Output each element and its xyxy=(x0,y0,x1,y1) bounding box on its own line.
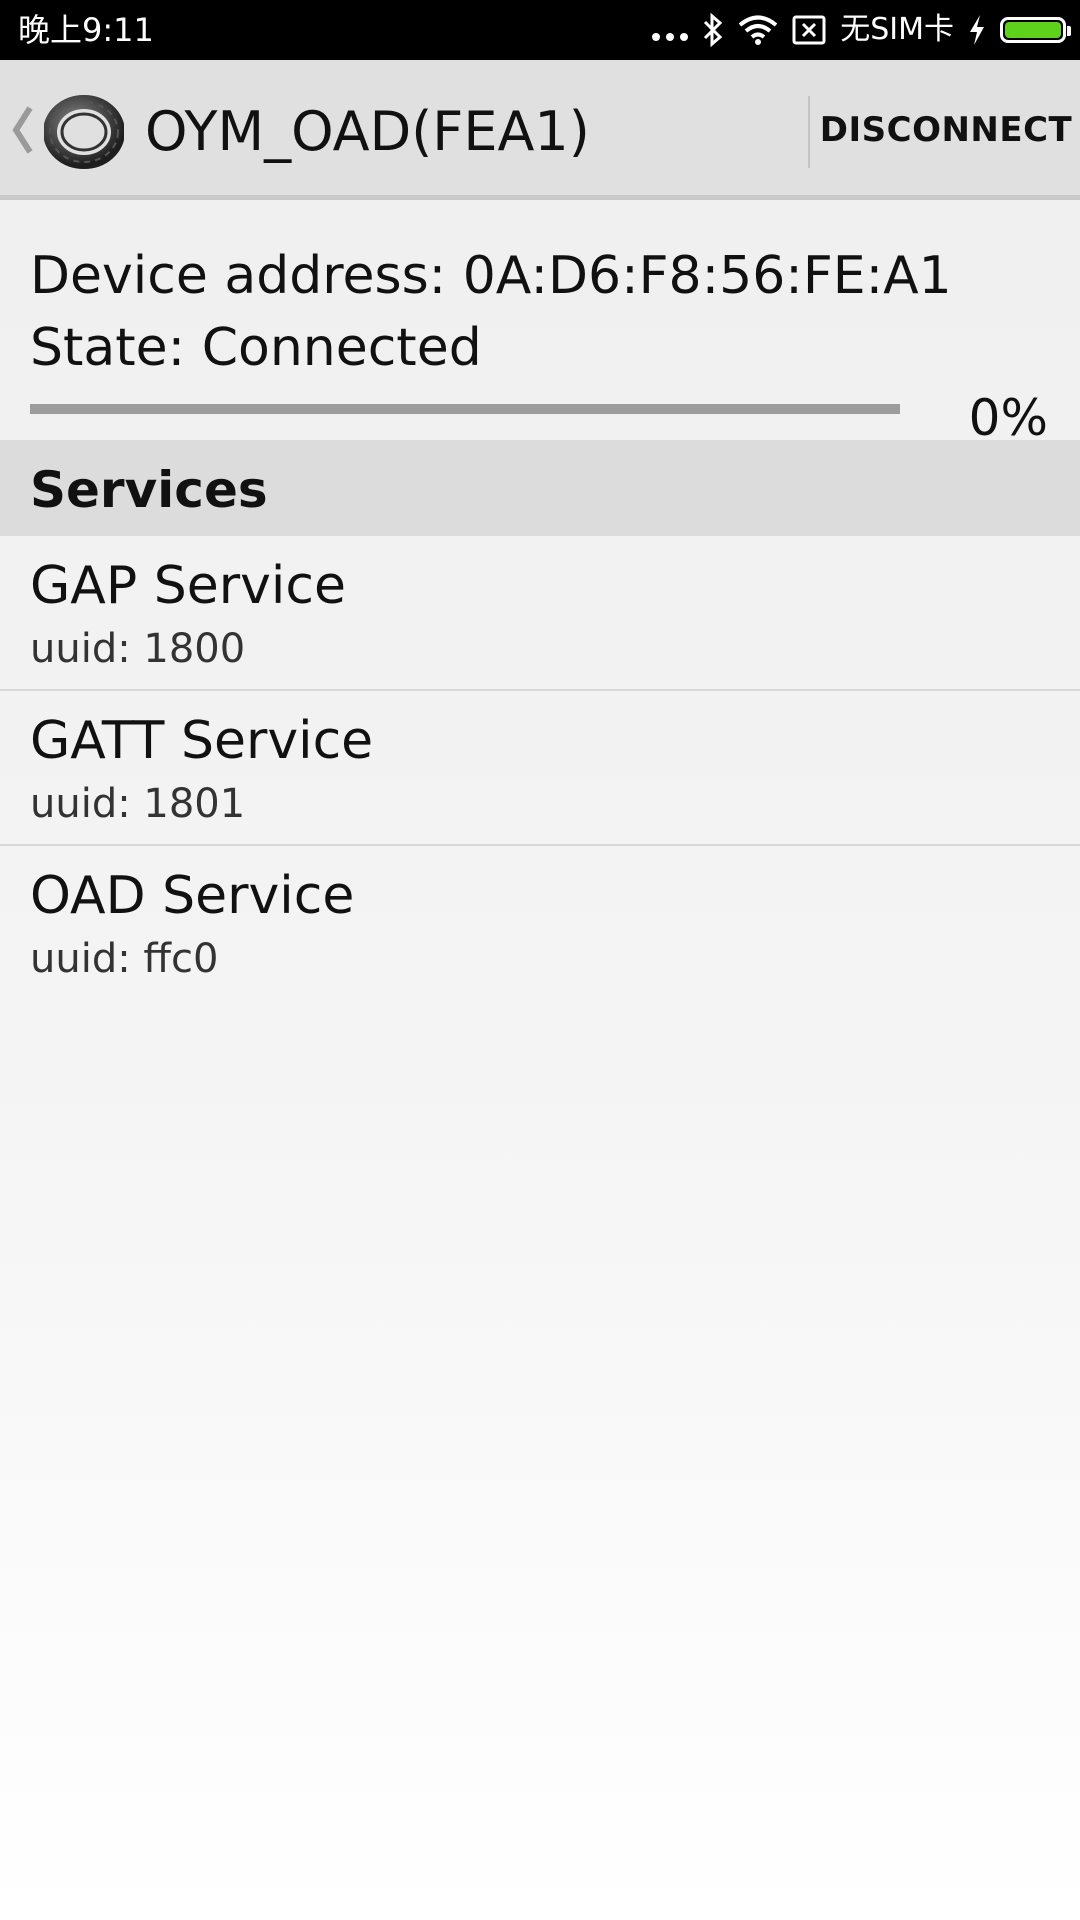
service-name: GATT Service xyxy=(30,711,374,771)
more-dots-icon xyxy=(652,33,689,41)
service-uuid: uuid: 1801 xyxy=(30,781,246,827)
charging-icon xyxy=(970,15,984,45)
service-name: GAP Service xyxy=(30,556,346,616)
progress-percent: 0% xyxy=(968,389,1048,447)
bluetooth-icon xyxy=(704,13,723,47)
progress-bar xyxy=(30,404,900,414)
list-item[interactable]: OAD Service uuid: ffc0 xyxy=(0,846,1080,1001)
service-uuid: uuid: ffc0 xyxy=(30,936,219,982)
status-bar: 晚上9:11 无SIM卡 xyxy=(0,0,1080,60)
service-name: OAD Service xyxy=(30,866,355,926)
action-divider xyxy=(808,96,810,168)
action-bar: OYM_OAD(FEA1) DISCONNECT xyxy=(0,60,1080,200)
band-device-icon xyxy=(44,95,124,169)
chevron-left-icon[interactable] xyxy=(8,102,38,158)
device-address: Device address: 0A:D6:F8:56:FE:A1 xyxy=(30,246,952,306)
list-item[interactable]: GATT Service uuid: 1801 xyxy=(0,691,1080,846)
battery-icon xyxy=(1000,17,1071,43)
page-title: OYM_OAD(FEA1) xyxy=(145,100,590,163)
device-info: Device address: 0A:D6:F8:56:FE:A1 State:… xyxy=(30,240,1030,384)
status-time: 晚上9:11 xyxy=(18,11,154,49)
services-heading: Services xyxy=(30,461,268,519)
wifi-icon xyxy=(738,15,778,45)
service-uuid: uuid: 1800 xyxy=(30,626,246,672)
list-item[interactable]: GAP Service uuid: 1800 xyxy=(0,536,1080,691)
disconnect-button[interactable]: DISCONNECT xyxy=(812,80,1080,180)
service-list: GAP Service uuid: 1800 GATT Service uuid… xyxy=(0,536,1080,1001)
status-icons: 无SIM卡 xyxy=(652,0,1071,60)
no-sim-icon xyxy=(792,15,826,45)
carrier-label: 无SIM卡 xyxy=(840,12,954,47)
services-header: Services xyxy=(0,440,1080,536)
device-state: State: Connected xyxy=(30,318,482,378)
